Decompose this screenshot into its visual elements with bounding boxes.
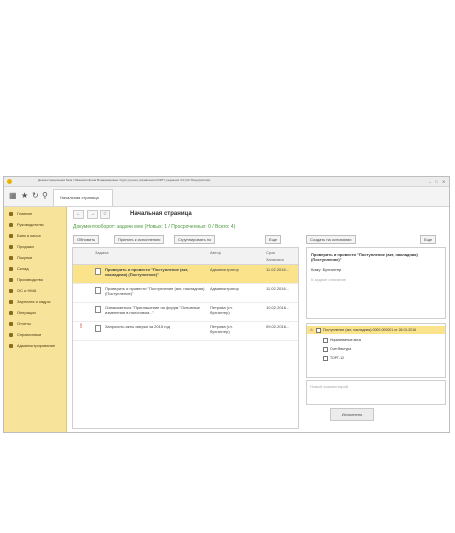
column-author[interactable]: Автор xyxy=(210,250,221,255)
factory-icon xyxy=(9,278,13,282)
task-icon xyxy=(95,287,101,294)
table-header: Задача Автор Срок Записана xyxy=(73,248,298,265)
cart-icon xyxy=(9,256,13,260)
column-date-subtitle: Записана xyxy=(266,257,284,262)
task-recipient: Кому: Бухгалтер xyxy=(311,267,342,272)
sidebar-item-assets[interactable]: ОС и НМА xyxy=(7,287,65,296)
task-icon xyxy=(95,325,101,332)
book-icon xyxy=(9,333,13,337)
sidebar-item-production[interactable]: Производство xyxy=(7,276,65,285)
execute-button[interactable]: Исполнено xyxy=(330,408,374,421)
document-icon xyxy=(316,328,321,333)
comment-field[interactable]: Новый комментарий xyxy=(306,380,446,405)
sales-icon xyxy=(9,245,13,249)
task-details: Проверить и провести "Поступление (акт, … xyxy=(306,247,446,319)
window-title: Демонстрационная база / Иванова Ирина Вл… xyxy=(38,178,211,182)
sidebar-item-admin[interactable]: Администрирование xyxy=(7,342,65,351)
file-icon xyxy=(323,356,328,361)
column-due[interactable]: Срок xyxy=(266,250,275,255)
bank-icon xyxy=(9,234,13,238)
sidebar-item-directories[interactable]: Справочники xyxy=(7,331,65,340)
attachments-tree: ⊖ Поступление (акт, накладная) 0000-0000… xyxy=(306,323,446,378)
back-button[interactable]: ← xyxy=(73,210,84,219)
task-icon xyxy=(95,268,101,275)
tab-home-label: Начальная страница xyxy=(60,195,99,200)
app-logo-icon xyxy=(7,179,12,184)
tasks-summary-link[interactable]: Документооборот: задачи мне (Новых: 1 / … xyxy=(73,224,235,230)
sidebar-item-operations[interactable]: Операции xyxy=(7,309,65,318)
chart-icon xyxy=(9,223,13,227)
menu-icon xyxy=(9,212,13,216)
task-description[interactable]: К задаче описание xyxy=(311,277,346,282)
warehouse-icon xyxy=(9,267,13,271)
sidebar: Главное Руководителю Банк и касса Продаж… xyxy=(4,207,67,432)
sidebar-item-main[interactable]: Главное xyxy=(7,210,65,219)
task-icon xyxy=(95,306,101,313)
column-task[interactable]: Задача xyxy=(95,250,108,255)
table-row[interactable]: Проверить и провести "Поступление (акт, … xyxy=(73,284,298,303)
sidebar-item-payroll[interactable]: Зарплата и кадры xyxy=(7,298,65,307)
assets-icon xyxy=(9,289,13,293)
comment-placeholder: Новый комментарий xyxy=(310,384,349,389)
close-icon[interactable]: ✕ xyxy=(442,179,445,184)
group-by-button[interactable]: Сгруппировать по xyxy=(174,235,216,244)
tree-root-row[interactable]: ⊖ Поступление (акт, накладная) 0000-0000… xyxy=(307,326,445,334)
page-title: Начальная страница xyxy=(130,211,192,217)
report-icon xyxy=(9,322,13,326)
forward-button[interactable]: → xyxy=(87,210,98,219)
apps-grid-icon[interactable]: ▦ xyxy=(9,191,17,201)
people-icon xyxy=(9,300,13,304)
file-icon xyxy=(323,347,328,352)
sidebar-item-sales[interactable]: Продажи xyxy=(7,243,65,252)
search-icon[interactable]: ⚲ xyxy=(42,191,48,201)
table-row[interactable]: Ознакомиться "Приглашение на форум "Осно… xyxy=(73,303,298,322)
important-icon: ! xyxy=(80,324,82,330)
more-right-button[interactable]: Еще xyxy=(420,235,437,244)
gear-icon xyxy=(9,344,13,348)
app-window: Демонстрационная база / Иванова Ирина Вл… xyxy=(3,176,450,433)
more-button[interactable]: Еще xyxy=(265,235,282,244)
table-row[interactable]: Проверить и провести "Поступление (акт, … xyxy=(73,265,298,284)
tree-expand-icon[interactable]: ⊖ xyxy=(310,328,313,332)
table-row[interactable]: ! Запросить акты сверки за 2015 год Петр… xyxy=(73,322,298,341)
task-details-heading: Проверить и провести "Поступление (акт, … xyxy=(311,252,418,262)
create-based-on-button[interactable]: Создать на основании xyxy=(306,235,356,244)
accept-task-button[interactable]: Принять к исполнению xyxy=(114,235,165,244)
tasks-table: Задача Автор Срок Записана Проверить и п… xyxy=(72,247,299,429)
sidebar-item-reports[interactable]: Отчеты xyxy=(7,320,65,329)
sidebar-item-purchases[interactable]: Покупки xyxy=(7,254,65,263)
sidebar-item-manager[interactable]: Руководителю xyxy=(7,221,65,230)
sidebar-item-bank[interactable]: Банк и касса xyxy=(7,232,65,241)
folder-icon xyxy=(323,338,328,343)
favorites-star-icon[interactable]: ★ xyxy=(21,191,28,201)
title-bar: Демонстрационная база / Иванова Ирина Вл… xyxy=(4,177,449,187)
tab-home[interactable]: Начальная страница xyxy=(53,189,113,206)
refresh-button[interactable]: Обновить xyxy=(73,235,100,244)
operations-icon xyxy=(9,311,13,315)
history-icon[interactable]: ↻ xyxy=(32,191,39,201)
main-area: ← → ☆ Начальная страница Документооборот… xyxy=(67,207,449,432)
favorite-toggle-icon[interactable]: ☆ xyxy=(100,210,110,219)
sidebar-item-warehouse[interactable]: Склад xyxy=(7,265,65,274)
minimize-icon[interactable]: – xyxy=(429,179,431,184)
main-toolbar: ▦ ★ ↻ ⚲ Начальная страница xyxy=(4,187,449,207)
maximize-icon[interactable]: □ xyxy=(435,179,437,184)
